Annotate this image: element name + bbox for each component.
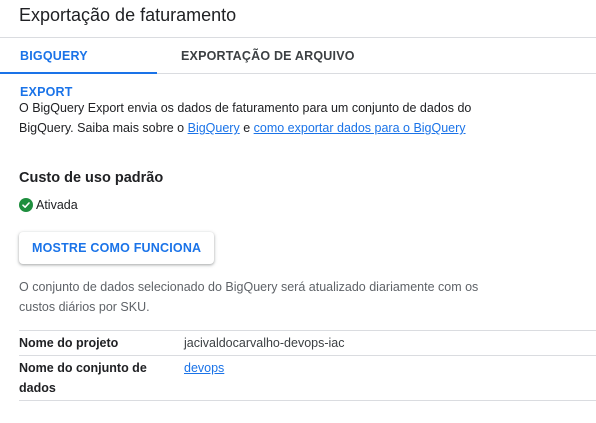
page-title: Exportação de faturamento xyxy=(19,5,237,25)
details-table: Nome do projeto jacivaldocarvalho-devops… xyxy=(19,330,596,401)
project-name-label: Nome do projeto xyxy=(19,330,184,356)
export-docs-link[interactable]: como exportar dados para o BigQuery xyxy=(254,121,466,135)
status-row: Ativada xyxy=(19,196,577,214)
table-row: Nome do projeto jacivaldocarvalho-devops… xyxy=(19,330,596,356)
bigquery-link[interactable]: BigQuery xyxy=(188,121,240,135)
tab-bigquery-export[interactable]: BIGQUERY EXPORT xyxy=(0,38,157,99)
show-how-it-works-button[interactable]: MOSTRE COMO FUNCIONA xyxy=(19,232,215,264)
main-content: O BigQuery Export envia os dados de fatu… xyxy=(0,74,596,401)
dataset-name-label: Nome do conjunto de dados xyxy=(19,355,184,401)
dataset-name-cell: devops xyxy=(184,355,596,401)
table-row: Nome do conjunto de dados devops xyxy=(19,355,596,401)
tab-bar: BIGQUERY EXPORT EXPORTAÇÃO DE ARQUIVO xyxy=(0,38,596,99)
project-name-value: jacivaldocarvalho-devops-iac xyxy=(184,330,596,356)
dataset-link[interactable]: devops xyxy=(184,361,224,375)
section-title: Custo de uso padrão xyxy=(19,170,164,186)
update-note: O conjunto de dados selecionado do BigQu… xyxy=(19,280,479,314)
page-header: Exportação de faturamento xyxy=(0,0,596,38)
description-connector: e xyxy=(239,121,254,135)
check-circle-icon xyxy=(19,198,33,212)
status-text: Ativada xyxy=(36,198,78,212)
tab-file-export[interactable]: EXPORTAÇÃO DE ARQUIVO xyxy=(157,38,375,73)
description: O BigQuery Export envia os dados de fatu… xyxy=(19,98,499,138)
